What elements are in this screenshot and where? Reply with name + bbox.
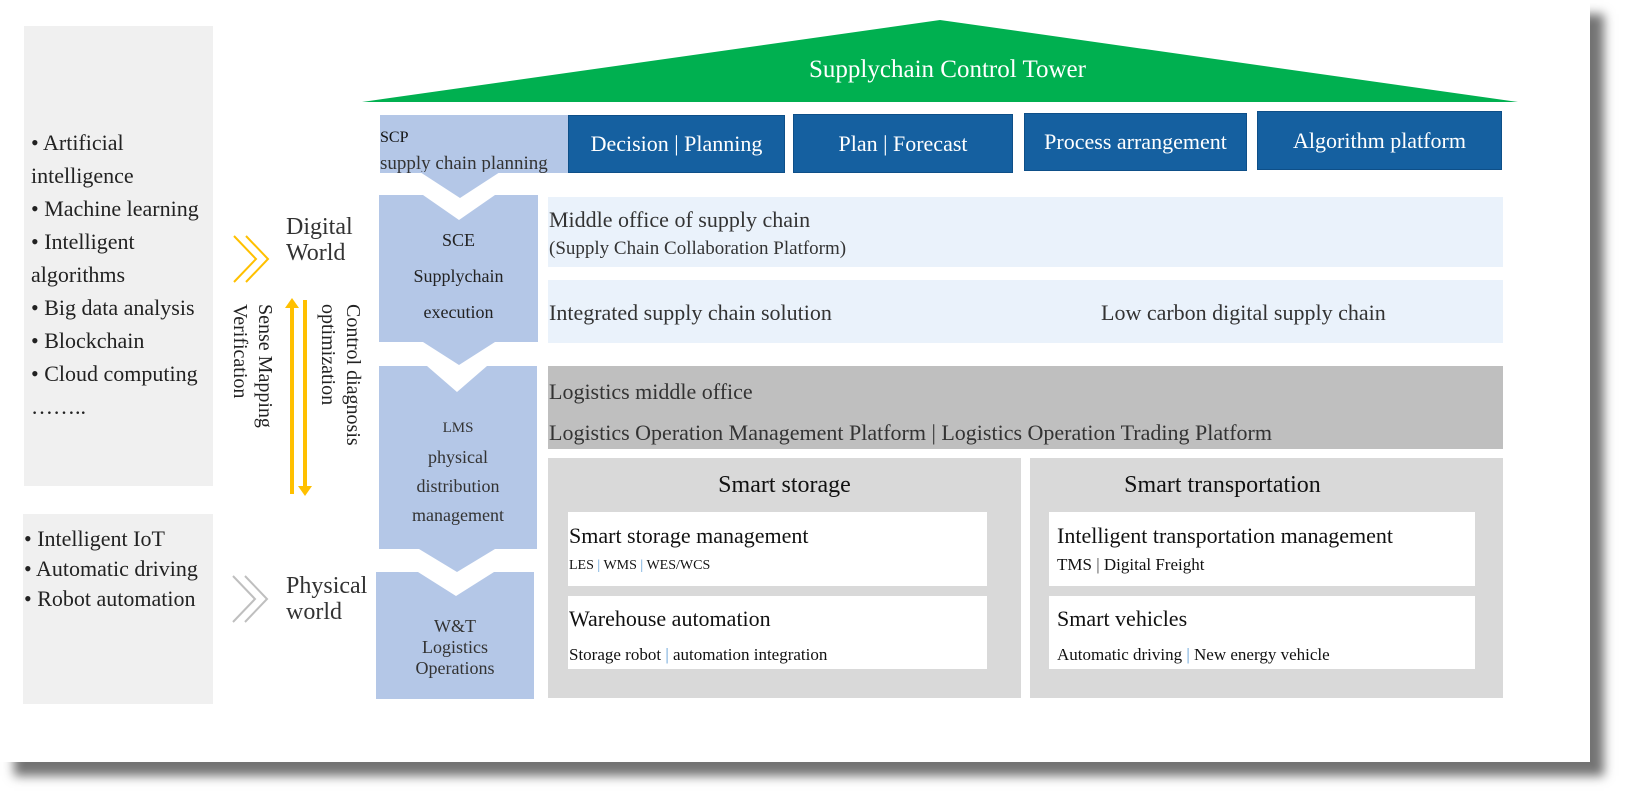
- wt-stage: W&T Logistics Operations: [376, 612, 534, 682]
- down-arrow-icon: [298, 300, 312, 496]
- tab-process-arrangement[interactable]: Process arrangement: [1024, 113, 1247, 171]
- verification-text: Verification: [229, 304, 251, 399]
- automation-integration-item: automation integration: [672, 645, 828, 664]
- up-arrow-icon: [285, 298, 299, 494]
- diagram-canvas: • Artificial intelligence • Machine lear…: [0, 0, 1590, 762]
- digital-freight-item: Digital Freight: [1103, 555, 1205, 574]
- control-diagnosis-text: Control diagnosis: [342, 304, 364, 446]
- digital-tech-item: • Cloud computing: [31, 361, 198, 386]
- physical-world-label: Physical world: [286, 573, 367, 625]
- tab-plan-forecast[interactable]: Plan | Forecast: [793, 114, 1013, 173]
- separator: |: [597, 558, 601, 573]
- logistics-middle-subtitle: Logistics Operation Management Platform …: [549, 420, 1272, 445]
- new-energy-vehicle-item: New energy vehicle: [1194, 645, 1330, 664]
- feedback-arrows: [285, 298, 312, 496]
- wt-line3: Operations: [415, 657, 495, 678]
- digital-tech-item: • Big data analysis: [31, 295, 195, 320]
- intelligent-transportation-items: TMS | Digital Freight: [1057, 555, 1204, 575]
- lms-stage: LMS physical distribution management: [379, 412, 537, 532]
- lms-abbr: LMS: [442, 420, 474, 436]
- physical-chevron-icon: [232, 575, 269, 623]
- digital-chevron-icon: [233, 235, 270, 283]
- logistics-middle-title: Logistics middle office: [549, 379, 753, 404]
- digital-tech-item: • Machine learning: [31, 196, 199, 221]
- smart-storage-management-title: Smart storage management: [569, 523, 809, 548]
- low-carbon-label: Low carbon digital supply chain: [1101, 300, 1386, 325]
- scp-abbr: SCP: [380, 129, 409, 146]
- separator: |: [640, 558, 644, 573]
- lms-line1: physical: [428, 447, 488, 467]
- tab-algorithm-platform[interactable]: Algorithm platform: [1257, 111, 1502, 170]
- digital-tech-item: • Intelligent: [31, 229, 135, 254]
- tab-decision-planning[interactable]: Decision | Planning: [568, 115, 785, 173]
- smart-vehicles-items: Automatic driving | New energy vehicle: [1057, 645, 1330, 665]
- sce-line2: execution: [423, 302, 494, 322]
- physical-world-line1: Physical: [286, 573, 368, 599]
- lms-line2: distribution: [416, 476, 500, 496]
- wt-line2: Logistics: [422, 636, 488, 657]
- warehouse-automation-title: Warehouse automation: [569, 606, 771, 631]
- automatic-driving-item: Automatic driving: [1057, 645, 1183, 664]
- digital-tech-item: • Blockchain: [31, 328, 145, 353]
- digital-tech-item: algorithms: [31, 262, 126, 287]
- smart-storage-management-items: LES | WMS | WES/WCS: [569, 558, 710, 574]
- integrated-solution-label: Integrated supply chain solution: [549, 300, 832, 325]
- sce-line1: Supplychain: [413, 266, 504, 286]
- wes-wcs-item: WES/WCS: [646, 558, 711, 573]
- tms-item: TMS: [1057, 555, 1092, 574]
- digital-world-label: Digital World: [286, 214, 353, 266]
- digital-tech-list: • Artificial intelligence • Machine lear…: [31, 126, 199, 423]
- supply-chain-middle-subtitle: (Supply Chain Collaboration Platform): [549, 238, 847, 259]
- lms-line3: management: [412, 505, 504, 525]
- optimization-label: optimization: [316, 304, 340, 405]
- intelligent-transportation-title: Intelligent transportation management: [1057, 523, 1394, 548]
- physical-tech-item: • Robot automation: [24, 586, 196, 611]
- sce-stage: SCE Supplychain execution: [379, 222, 538, 330]
- physical-tech-list: • Intelligent IoT • Automatic driving • …: [24, 524, 198, 614]
- physical-tech-item: • Intelligent IoT: [24, 526, 165, 551]
- sense-mapping-verification-label: Verification: [228, 304, 252, 398]
- smart-vehicles-title: Smart vehicles: [1057, 606, 1188, 631]
- digital-world-line1: Digital: [286, 214, 353, 240]
- supply-chain-middle-title: Middle office of supply chain: [549, 207, 811, 232]
- smart-storage-title: Smart storage: [718, 472, 851, 498]
- wt-line1: W&T: [434, 615, 476, 636]
- warehouse-automation-items: Storage robot | automation integration: [569, 645, 827, 665]
- separator: |: [665, 645, 669, 664]
- sce-abbr: SCE: [441, 230, 475, 250]
- optimization-text: optimization: [317, 304, 339, 406]
- separator: |: [1096, 555, 1100, 574]
- les-item: LES: [569, 558, 594, 573]
- control-tower-title: Supplychain Control Tower: [809, 56, 1086, 83]
- wms-item: WMS: [603, 558, 637, 573]
- separator: |: [1186, 645, 1190, 664]
- digital-world-line2: World: [286, 240, 346, 266]
- control-diagnosis-label: Control diagnosis: [341, 304, 365, 446]
- digital-tech-item: ……..: [31, 394, 86, 419]
- sense-mapping-text: Sense Mapping: [254, 304, 276, 428]
- physical-tech-item: • Automatic driving: [24, 556, 198, 581]
- physical-world-line2: world: [286, 599, 342, 625]
- storage-robot-item: Storage robot: [569, 645, 662, 664]
- digital-tech-item: • Artificial: [31, 130, 124, 155]
- sense-mapping-text-block: Sense Mapping: [253, 304, 277, 428]
- smart-transportation-title: Smart transportation: [1124, 472, 1321, 498]
- digital-tech-item: intelligence: [31, 163, 134, 188]
